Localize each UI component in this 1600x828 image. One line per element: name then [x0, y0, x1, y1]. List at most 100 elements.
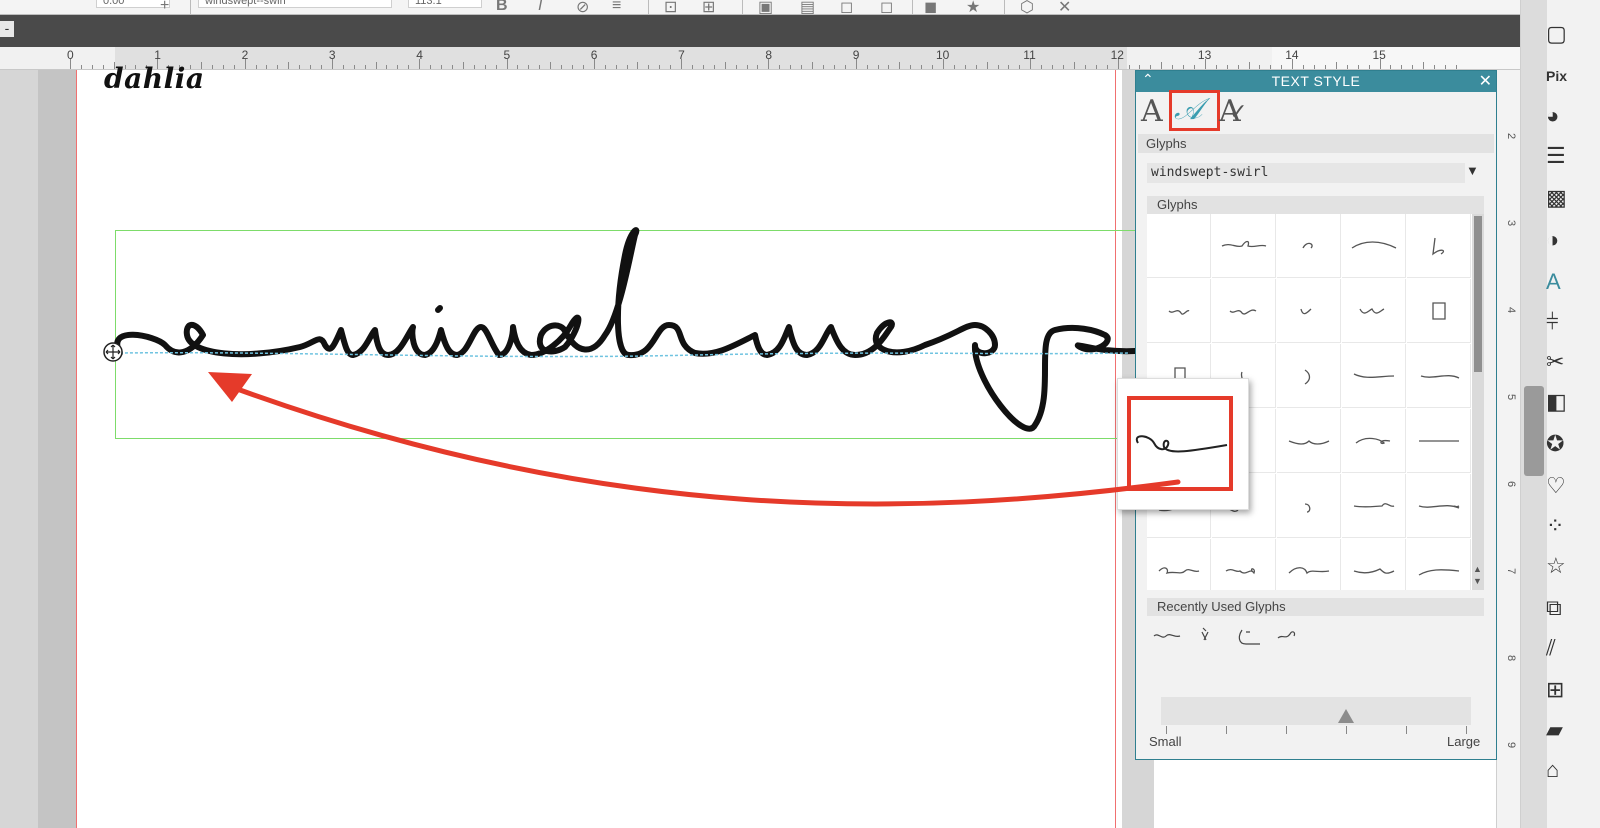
bold-icon[interactable]: B [496, 0, 508, 14]
glyph-cell[interactable] [1407, 344, 1471, 408]
ruler-tick [288, 62, 290, 69]
ruler-tick [1106, 65, 1108, 69]
toolbar-divider [742, 0, 743, 14]
glyph-cell[interactable] [1342, 539, 1406, 590]
toolbar-divider [648, 0, 649, 14]
frame-icon[interactable]: ⊡ [664, 0, 677, 14]
scrollbar-thumb[interactable] [1524, 386, 1544, 476]
recent-glyphs-row[interactable] [1150, 624, 1350, 648]
glyph-cell[interactable] [1212, 279, 1276, 343]
ruler-tick [364, 65, 366, 69]
line-style-icon[interactable]: ☰ [1546, 142, 1576, 170]
glyph-cell[interactable] [1277, 279, 1341, 343]
glyph-cell[interactable] [1342, 279, 1406, 343]
ruler-tick [1390, 65, 1392, 69]
ruler-tick [637, 62, 639, 69]
delete-icon[interactable]: ✕ [1058, 0, 1071, 14]
ruler-tick [768, 59, 770, 69]
ungroup-icon[interactable]: ▤ [800, 0, 815, 14]
ruler-tick [539, 65, 541, 69]
glyph-cell[interactable] [1147, 214, 1211, 278]
shape-icon[interactable]: ⬡ [1020, 0, 1034, 14]
glyph-cell[interactable] [1212, 539, 1276, 590]
move-handle-icon[interactable] [103, 342, 123, 362]
close-icon[interactable]: ✕ [1479, 71, 1492, 91]
glyph-cell[interactable] [1277, 344, 1341, 408]
ruler-tick [1172, 65, 1174, 69]
glyph-swash-icon [1359, 308, 1385, 314]
image-effects-icon[interactable]: ▩ [1546, 184, 1576, 212]
dahlia-text-object[interactable]: dahlia [104, 62, 205, 95]
collapse-icon[interactable]: - [0, 21, 14, 37]
grid-tool-icon[interactable]: ⊞ [1546, 676, 1576, 704]
glyph-cell[interactable] [1147, 539, 1211, 590]
glyph-cell[interactable] [1277, 474, 1341, 538]
glyph-cell[interactable] [1277, 409, 1341, 473]
tab-spellcheck[interactable]: A ✓ [1219, 94, 1247, 130]
glyph-cell[interactable] [1342, 344, 1406, 408]
ruler-tick [692, 65, 693, 69]
heart-icon[interactable]: ♡ [1546, 472, 1576, 500]
dots-icon[interactable]: ⁘ [1546, 512, 1576, 540]
glyph-grid-scrollbar[interactable]: ▲ ▼ [1472, 214, 1484, 590]
scroll-up-icon[interactable]: ▲ [1473, 564, 1482, 574]
glyph-cell[interactable] [1407, 539, 1471, 590]
palette-icon[interactable]: ◕ [1546, 102, 1576, 130]
size-slider-thumb[interactable] [1338, 709, 1354, 723]
glyph-cell[interactable] [1277, 539, 1341, 590]
glyph-cell[interactable] [1407, 474, 1471, 538]
font-name-field[interactable]: windswept--swirl [198, 0, 392, 8]
italic-icon[interactable]: I [538, 0, 542, 14]
glyph-cell[interactable] [1407, 279, 1471, 343]
bring-front-icon[interactable]: ◻ [840, 0, 853, 14]
contrast-icon[interactable]: ◑ [1546, 226, 1576, 254]
top-toolbar: 0.00 + windswept--swirl 113.1 B I ⊘ ≡ ⊡ … [0, 0, 1520, 15]
text-style-icon[interactable]: A [1546, 268, 1576, 296]
modify-icon[interactable]: ✂ [1546, 348, 1576, 376]
store-icon[interactable]: ⌂ [1546, 756, 1576, 784]
windswept-script-text[interactable]: windswept [95, 215, 1155, 455]
panel-titlebar[interactable]: ⌃ TEXT STYLE ✕ [1136, 71, 1496, 92]
send-back-icon[interactable]: ◻ [880, 0, 893, 14]
offset-icon[interactable]: ◧ [1546, 388, 1576, 416]
font-size-field[interactable]: 113.1 [408, 0, 482, 8]
star-icon[interactable]: ★ [966, 0, 980, 14]
vertical-ruler-number: 8 [1505, 654, 1518, 662]
ruler-tick [1052, 65, 1054, 69]
glyph-cell[interactable] [1407, 409, 1471, 473]
scroll-down-icon[interactable]: ▼ [1473, 576, 1482, 586]
trace-icon[interactable]: ⧉ [1546, 594, 1576, 622]
glyph-scroll-thumb[interactable] [1474, 216, 1482, 372]
sketch-icon[interactable]: ⫽ [1546, 634, 1576, 662]
ruler-tick [277, 65, 279, 69]
align-tools-icon[interactable]: ⫩ [1546, 308, 1576, 336]
vertical-ruler: 2 3 4 5 6 7 8 9 [1496, 70, 1521, 828]
line-width-field[interactable]: 0.00 [96, 0, 170, 8]
fill-icon[interactable]: ◼ [924, 0, 937, 14]
glyph-cell[interactable] [1407, 214, 1471, 278]
stepper-icon[interactable]: + [160, 0, 169, 14]
glyph-cell[interactable] [1342, 409, 1406, 473]
transform-icon[interactable]: ⊞ [702, 0, 715, 14]
ruler-tick [211, 65, 213, 69]
glyph-cell[interactable] [1147, 279, 1211, 343]
tab-text-style[interactable]: A [1141, 94, 1163, 130]
triangle-down-icon[interactable]: ▼ [1466, 163, 1479, 178]
page-setup-icon[interactable]: ▢ [1546, 20, 1576, 48]
underline-icon[interactable]: ⊘ [576, 0, 589, 14]
glyph-font-select[interactable]: windswept-swirl [1147, 163, 1465, 183]
recent-glyphs-header: Recently Used Glyphs [1147, 598, 1484, 616]
glyph-size-slider[interactable] [1161, 697, 1471, 725]
pixscan-icon[interactable]: Pix [1546, 62, 1576, 90]
glyph-cell[interactable] [1342, 474, 1406, 538]
glyph-cell[interactable] [1212, 214, 1276, 278]
library-icon[interactable]: ▰ [1546, 716, 1576, 744]
star-outline-icon[interactable]: ☆ [1546, 552, 1576, 580]
star-tool-icon[interactable]: ✪ [1546, 430, 1576, 458]
canvas-scrollbar[interactable] [1521, 0, 1547, 828]
glyph-cell[interactable] [1277, 214, 1341, 278]
left-gutter [0, 70, 76, 828]
group-icon[interactable]: ▣ [758, 0, 773, 14]
align-icon[interactable]: ≡ [612, 0, 621, 14]
glyph-cell[interactable] [1342, 214, 1406, 278]
